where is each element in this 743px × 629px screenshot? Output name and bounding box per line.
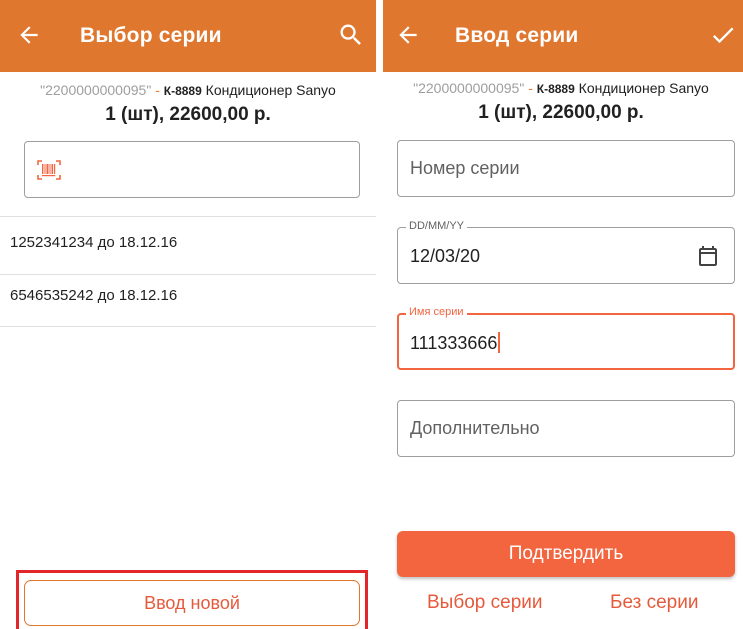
series-name-field[interactable]: Имя серии 111333666 [397,306,735,370]
additional-field[interactable]: Дополнительно [397,400,735,457]
date-field[interactable]: DD/MM/YY 12/03/20 [397,220,735,284]
select-series-link[interactable]: Выбор серии [427,592,542,614]
check-icon[interactable] [709,21,737,49]
page-title: Ввод серии [455,24,579,47]
product-article: К-8889 [163,84,202,98]
product-name: Кондиционер Sanyo [201,82,336,98]
series-name-label: Имя серии [406,306,467,318]
arrow-back-icon[interactable] [16,22,42,48]
separator: - [524,80,537,96]
series-list-item[interactable]: 1252341234 до 18.12.16 [0,217,376,269]
date-field-label: DD/MM/YY [406,220,467,232]
date-value: 12/03/20 [410,246,481,266]
search-icon[interactable] [337,21,365,49]
series-name-value-wrap: 111333666 [410,332,501,354]
divider [0,326,376,327]
arrow-back-icon[interactable] [395,22,421,48]
scan-input[interactable] [24,141,360,198]
barcode-scanner-icon[interactable] [37,160,61,180]
series-number-field[interactable]: Номер серии [397,140,735,197]
product-barcode: "2200000000095" [413,80,525,96]
screen-gap [376,0,383,629]
product-name: Кондиционер Sanyo [574,80,709,96]
additional-placeholder: Дополнительно [410,418,540,438]
page-title: Выбор серии [80,24,222,47]
series-list-item[interactable]: 6546535242 до 18.12.16 [0,270,376,322]
series-name-value: 111333666 [410,333,498,353]
app-bar: Ввод серии [383,0,743,72]
series-entry-screen: Ввод серии "2200000000095" - К-8889 Конд… [383,0,743,629]
series-number-placeholder: Номер серии [410,158,520,178]
product-article: К-8889 [536,82,575,96]
no-series-link[interactable]: Без серии [610,592,698,614]
quantity-price: 1 (шт), 22600,00 р. [105,104,271,125]
product-line: "2200000000095" - К-8889 Кондиционер San… [383,80,741,96]
separator: - [151,82,164,98]
product-barcode: "2200000000095" [40,82,152,98]
quantity-price: 1 (шт), 22600,00 р. [478,102,644,123]
series-selection-screen: Выбор серии "2200000000095" - К-8889 Кон… [0,0,376,629]
product-line: "2200000000095" - К-8889 Кондиционер San… [0,82,376,98]
confirm-button[interactable]: Подтвердить [397,531,735,577]
text-cursor [498,332,501,353]
enter-new-button[interactable]: Ввод новой [24,580,360,626]
app-bar: Выбор серии [0,0,376,72]
calendar-icon[interactable] [696,244,720,268]
